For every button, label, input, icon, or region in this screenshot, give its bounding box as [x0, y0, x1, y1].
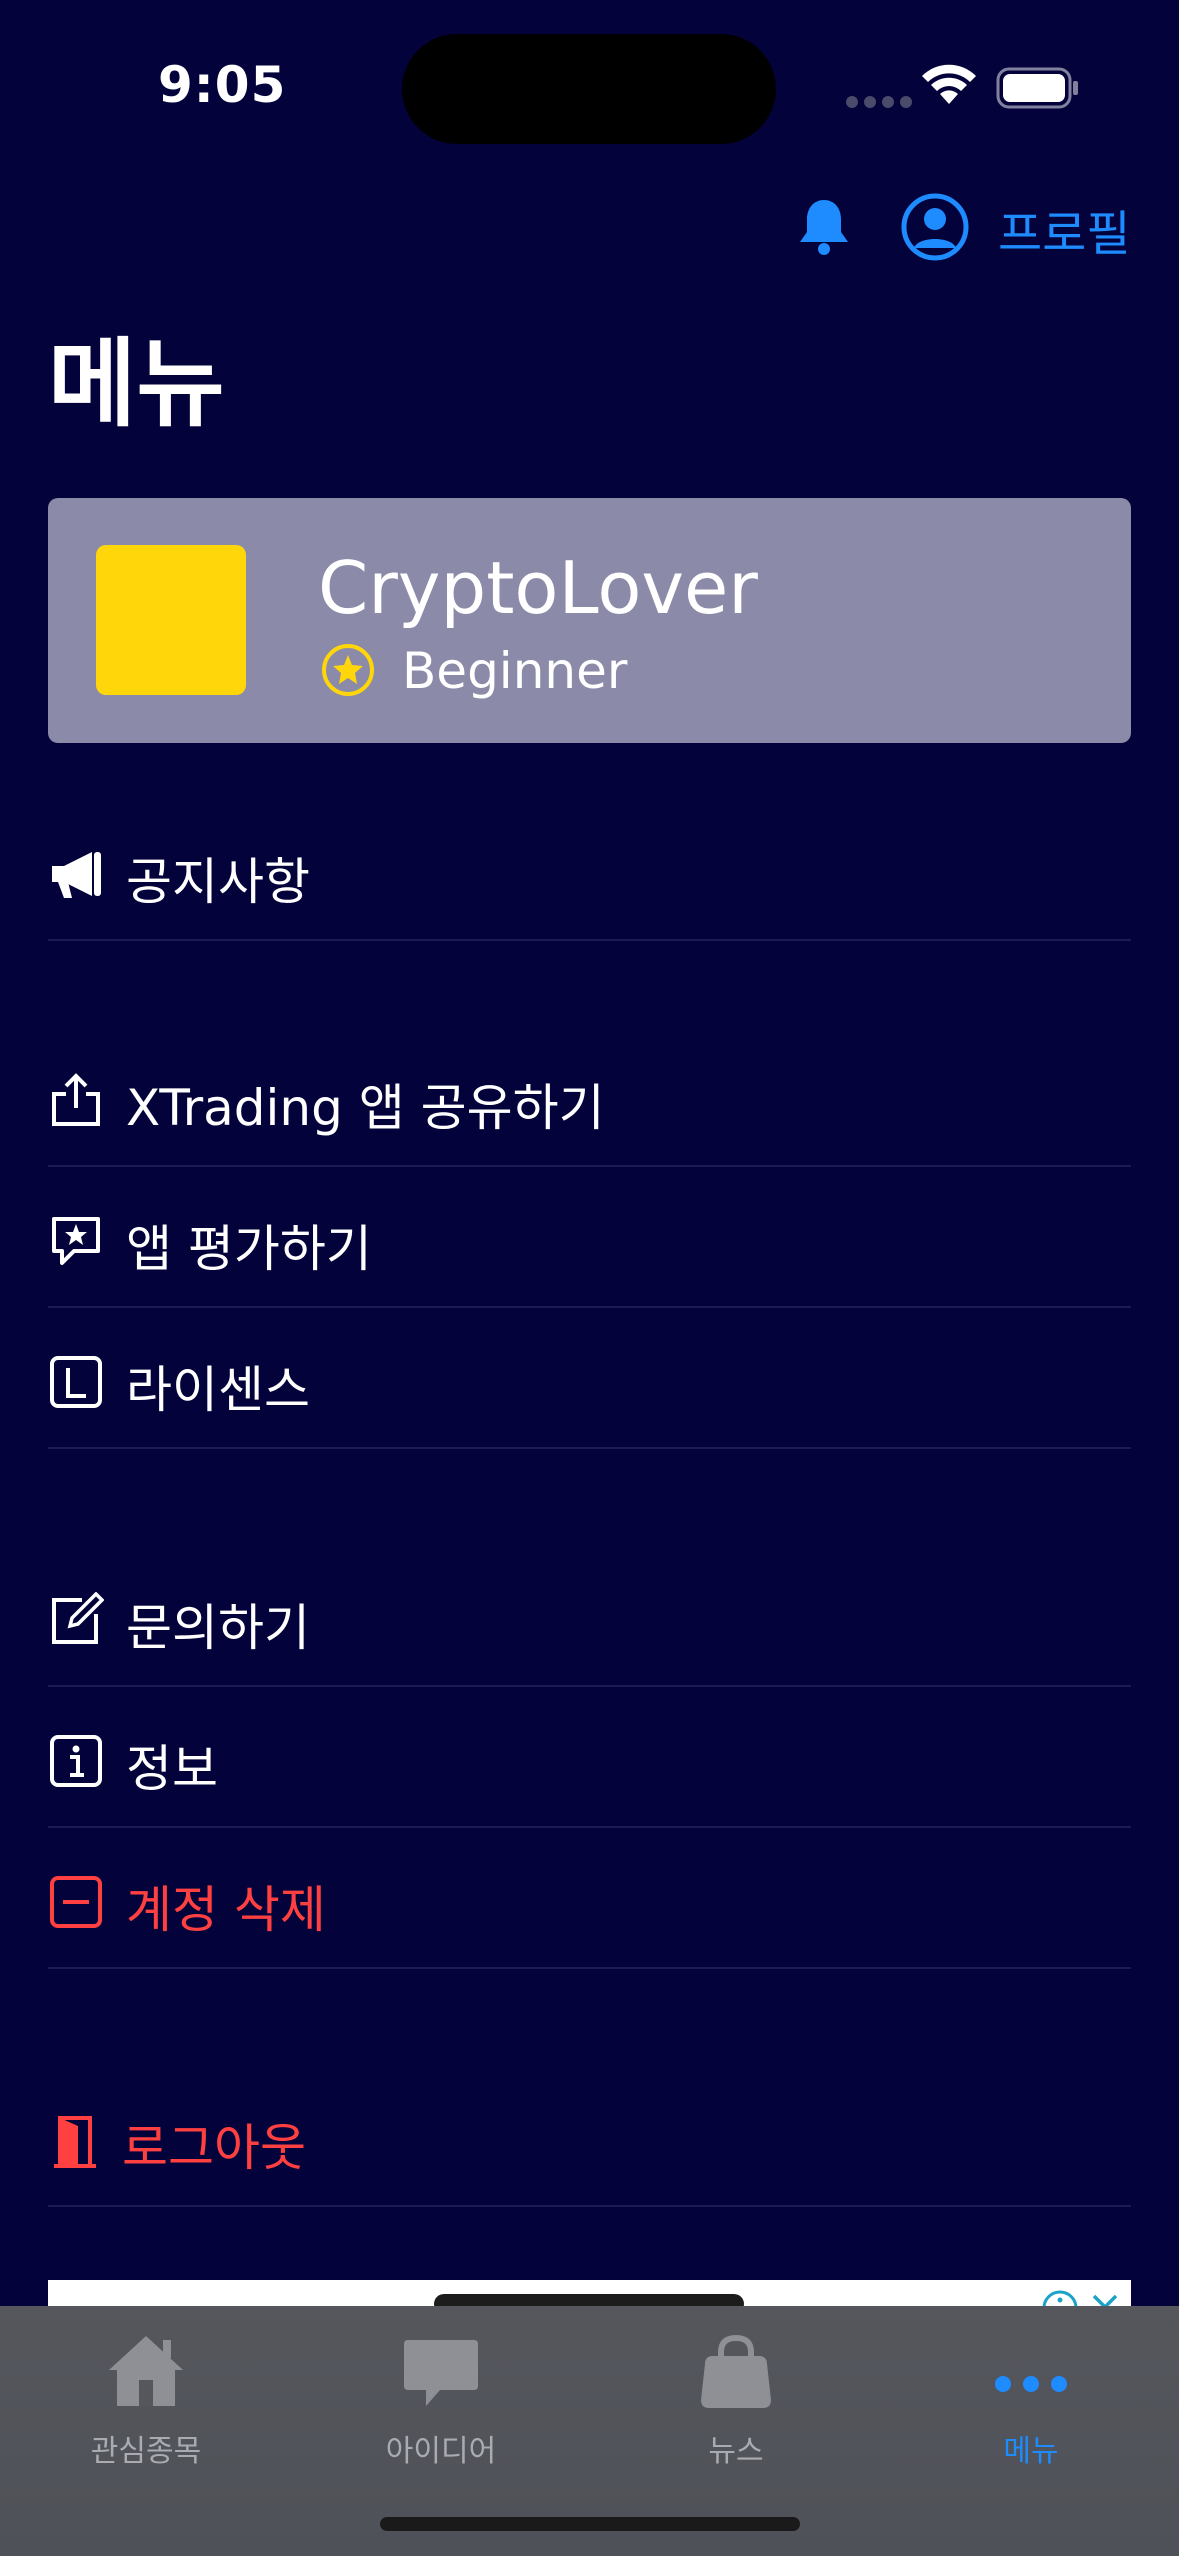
star-badge-icon — [322, 644, 374, 696]
bag-icon — [701, 2334, 771, 2408]
rank-label: Beginner — [402, 642, 628, 700]
avatar — [96, 545, 246, 695]
battery-icon — [996, 67, 1078, 109]
bell-icon[interactable] — [796, 196, 852, 256]
door-icon — [54, 2116, 96, 2168]
menu-label: 계정 삭제 — [126, 1881, 326, 1939]
menu-label: 라이센스 — [126, 1361, 310, 1419]
info-icon — [50, 1735, 102, 1787]
share-icon — [52, 1073, 100, 1126]
megaphone-icon — [52, 852, 101, 898]
tab-menu[interactable]: 메뉴 — [901, 2326, 1161, 2470]
profile-button[interactable]: 프로필 — [998, 194, 1130, 264]
dynamic-island — [402, 34, 776, 144]
menu-label: 로그아웃 — [122, 2119, 306, 2177]
tab-watchlist[interactable]: 관심종목 — [16, 2326, 276, 2470]
menu-item-rate-app[interactable]: 앱 평가하기 — [48, 1167, 1131, 1308]
menu-item-delete-account[interactable]: 계정 삭제 — [48, 1828, 1131, 1969]
menu-item-license[interactable]: 라이센스 — [48, 1308, 1131, 1449]
tab-news[interactable]: 뉴스 — [606, 2326, 866, 2470]
home-icon — [109, 2336, 183, 2406]
star-bubble-icon — [52, 1217, 100, 1265]
menu-item-share[interactable]: XTrading 앱 공유하기 — [48, 1026, 1131, 1167]
user-profile-card[interactable]: CryptoLover Beginner — [48, 498, 1131, 743]
menu-label: XTrading 앱 공유하기 — [126, 1079, 605, 1137]
menu-label: 앱 평가하기 — [126, 1220, 372, 1278]
menu-label: 정보 — [126, 1740, 218, 1798]
cellular-signal-icon — [846, 96, 912, 108]
menu-item-notice[interactable]: 공지사항 — [48, 800, 1131, 941]
tab-ideas[interactable]: 아이디어 — [311, 2326, 571, 2470]
home-indicator — [380, 2517, 800, 2531]
wifi-icon — [922, 64, 976, 104]
status-time: 9:05 — [158, 56, 287, 114]
compose-icon — [52, 1592, 104, 1644]
username: CryptoLover — [318, 546, 758, 630]
menu-screen: 9:05 프로필 메뉴 CryptoLover Beginner 공지사항 XT… — [0, 0, 1179, 2556]
page-title: 메뉴 — [48, 328, 225, 440]
menu-label: 문의하기 — [126, 1599, 310, 1657]
chat-bubble-icon — [404, 2340, 478, 2406]
menu-item-info[interactable]: 정보 — [48, 1687, 1131, 1828]
menu-label: 공지사항 — [126, 853, 310, 911]
license-icon — [50, 1356, 102, 1408]
more-icon — [995, 2376, 1067, 2392]
profile-icon[interactable] — [900, 192, 970, 262]
minus-square-icon — [50, 1876, 102, 1928]
menu-item-contact[interactable]: 문의하기 — [48, 1546, 1131, 1687]
menu-item-logout[interactable]: 로그아웃 — [48, 2066, 1131, 2207]
